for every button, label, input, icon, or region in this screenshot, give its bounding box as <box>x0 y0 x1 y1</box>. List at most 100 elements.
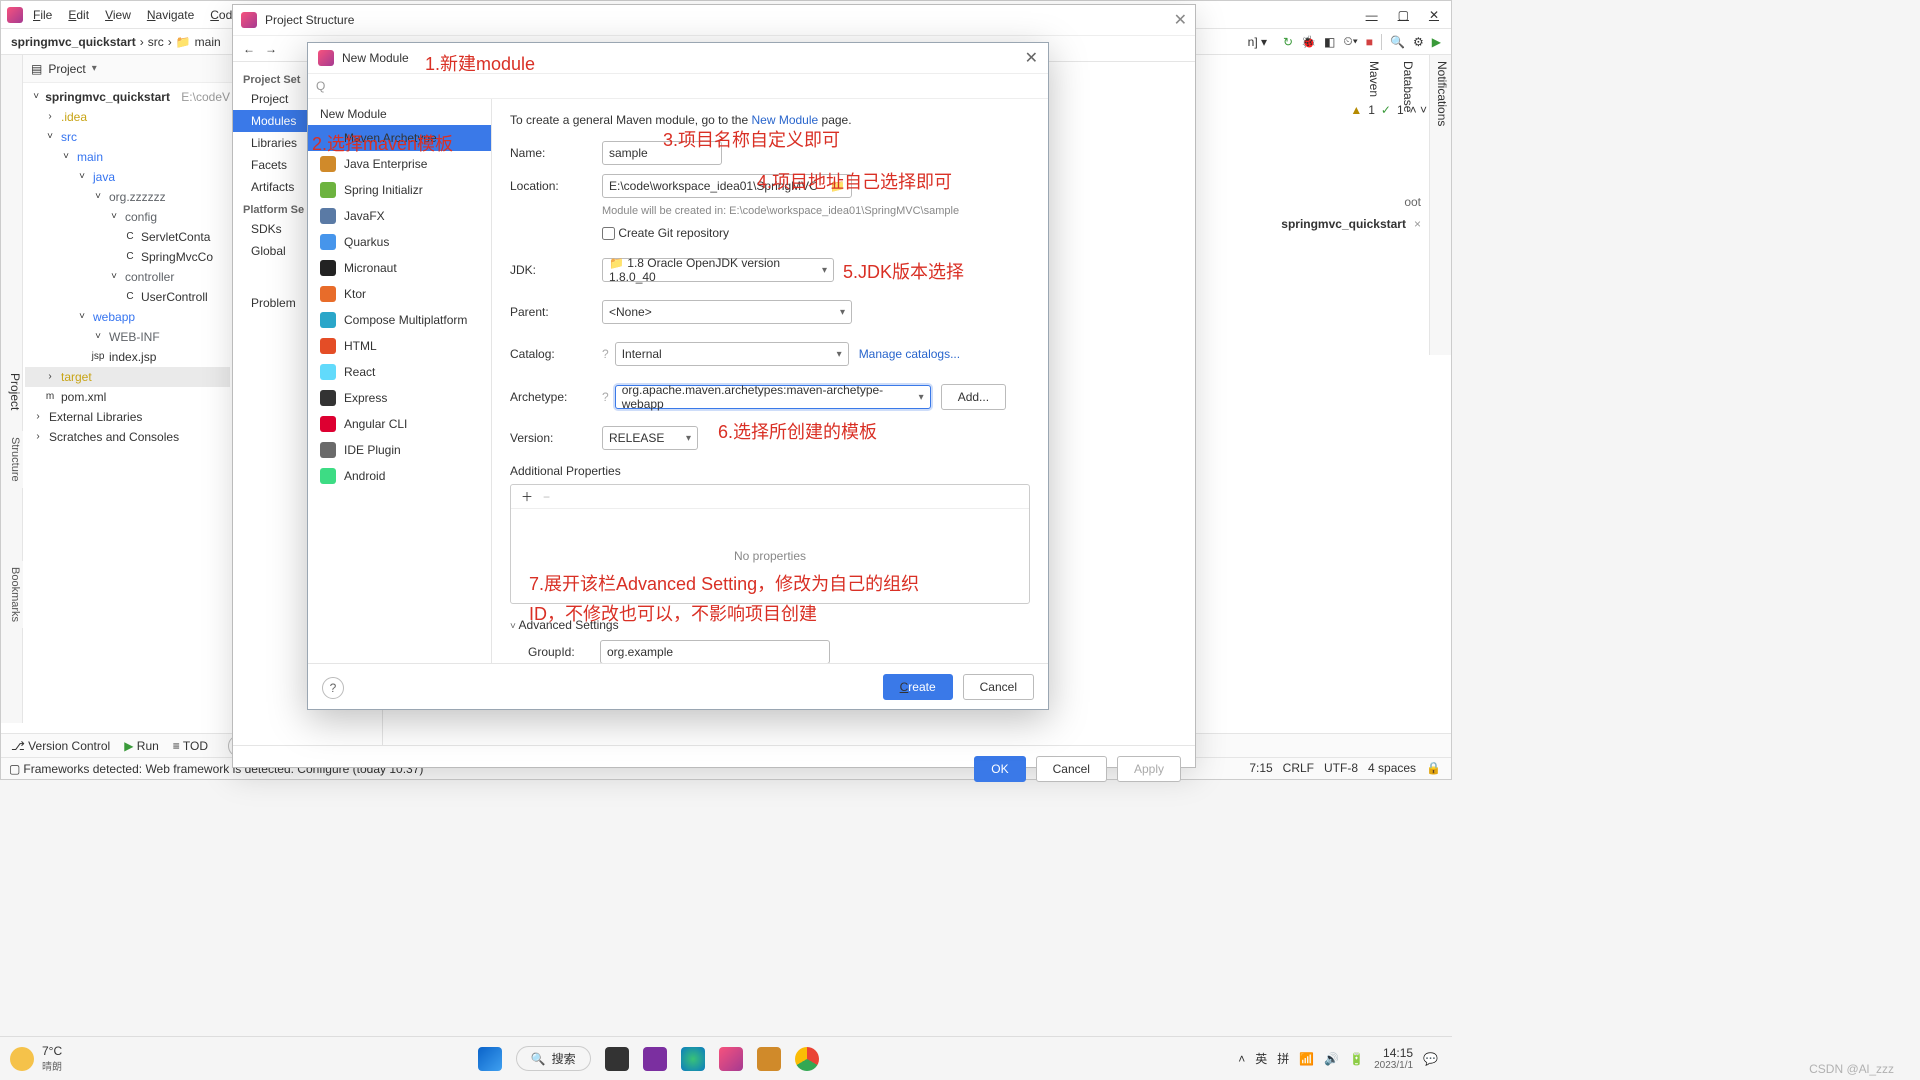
generator-item[interactable]: HTML <box>308 333 491 359</box>
tree-item[interactable]: ˅main <box>25 147 230 167</box>
generator-item[interactable]: Angular CLI <box>308 411 491 437</box>
coverage-icon[interactable]: ◧ <box>1324 35 1335 49</box>
maximize-icon[interactable]: ▢ <box>1392 5 1415 25</box>
tree-item[interactable]: CSpringMvcCo <box>25 247 230 267</box>
jdk-select[interactable]: 📁 1.8 Oracle OpenJDK version 1.8.0_40▾ <box>602 258 834 282</box>
generator-item[interactable]: IDE Plugin <box>308 437 491 463</box>
project-panel-title[interactable]: Project <box>48 62 85 76</box>
inspection-summary[interactable]: ▲1 ✓1 ˄ ˅ <box>1350 103 1427 117</box>
menu-file[interactable]: File <box>27 5 58 25</box>
cancel-button[interactable]: Cancel <box>963 674 1034 700</box>
breadcrumb-src[interactable]: src <box>148 35 164 49</box>
ok-button[interactable]: OK <box>974 756 1025 782</box>
right-toolwindow-bar[interactable]: Notifications Database Maven <box>1429 55 1451 355</box>
fwd-icon[interactable]: → <box>265 42 277 56</box>
volume-icon[interactable]: 🔊 <box>1324 1052 1339 1066</box>
start-icon[interactable] <box>478 1047 502 1071</box>
cancel-button[interactable]: Cancel <box>1036 756 1107 782</box>
version-select[interactable]: RELEASE▾ <box>602 426 698 450</box>
manage-catalogs-link[interactable]: Manage catalogs... <box>859 347 960 361</box>
version-control-tab[interactable]: ⎇ Version Control <box>11 739 110 753</box>
tree-item[interactable]: ›.idea <box>25 107 230 127</box>
generator-search[interactable]: Q <box>308 73 1048 99</box>
left-tab-project[interactable]: Project <box>8 373 22 410</box>
tree-item[interactable]: ˅WEB-INF <box>25 327 230 347</box>
parent-select[interactable]: <None>▾ <box>602 300 852 324</box>
bug-icon[interactable]: 🐞 <box>1301 35 1316 49</box>
taskview-icon[interactable] <box>605 1047 629 1071</box>
generator-item[interactable]: Express <box>308 385 491 411</box>
close-icon[interactable]: ✕ <box>1423 5 1445 25</box>
lock-icon[interactable]: 🔒 <box>1426 761 1441 775</box>
project-tree[interactable]: ˅springmvc_quickstart E:\codeV ›.idea˅sr… <box>23 83 232 451</box>
weather-icon[interactable] <box>10 1047 34 1071</box>
tree-item[interactable]: ˅src <box>25 127 230 147</box>
caret-pos[interactable]: 7:15 <box>1249 761 1272 775</box>
stop-icon[interactable]: ■ <box>1366 35 1373 49</box>
minimize-icon[interactable]: — <box>1360 5 1384 25</box>
help-icon[interactable]: ? <box>322 677 344 699</box>
run-icon[interactable]: ▶ <box>1432 35 1441 49</box>
sync-icon[interactable]: ↻ <box>1283 35 1293 49</box>
right-tab-maven[interactable]: Maven <box>1367 61 1381 349</box>
chevron-down-icon[interactable]: ▾ <box>92 63 97 74</box>
right-tab-notifications[interactable]: Notifications <box>1435 61 1449 349</box>
gear-icon[interactable]: ⚙ <box>1413 35 1424 49</box>
catalog-select[interactable]: Internal▾ <box>615 342 849 366</box>
advanced-settings[interactable]: Advanced Settings <box>519 618 619 632</box>
groupid-field[interactable]: org.example <box>600 640 830 663</box>
tree-root[interactable]: springmvc_quickstart <box>45 87 170 107</box>
indent[interactable]: 4 spaces <box>1368 761 1416 775</box>
ime-mode[interactable]: 拼 <box>1277 1050 1289 1067</box>
tree-item[interactable]: mpom.xml <box>25 387 230 407</box>
generator-item[interactable]: JavaFX <box>308 203 491 229</box>
breadcrumb-main[interactable]: main <box>195 35 221 49</box>
app-icon[interactable] <box>757 1047 781 1071</box>
generator-item[interactable]: Ktor <box>308 281 491 307</box>
new-module-link[interactable]: New Module <box>751 113 818 127</box>
left-tab-bookmarks[interactable]: Bookmarks <box>1 561 23 628</box>
menu-navigate[interactable]: Navigate <box>141 5 200 25</box>
archetype-select[interactable]: org.apache.maven.archetypes:maven-archet… <box>615 385 931 409</box>
intellij-icon[interactable] <box>719 1047 743 1071</box>
create-button[interactable]: CCreatereate <box>883 674 953 700</box>
tree-item[interactable]: ›target <box>25 367 230 387</box>
line-sep[interactable]: CRLF <box>1283 761 1314 775</box>
right-tab-database[interactable]: Database <box>1401 61 1415 349</box>
todo-tab[interactable]: ≡ TOD <box>173 739 208 753</box>
close-icon[interactable]: ✕ <box>1025 48 1038 68</box>
scratches[interactable]: Scratches and Consoles <box>49 427 179 447</box>
edge-icon[interactable] <box>681 1047 705 1071</box>
menu-edit[interactable]: Edit <box>62 5 95 25</box>
add-prop-icon[interactable]: ＋ <box>521 488 533 505</box>
tree-item[interactable]: ˅config <box>25 207 230 227</box>
tree-item[interactable]: CServletConta <box>25 227 230 247</box>
notification-icon[interactable]: 💬 <box>1423 1052 1438 1066</box>
battery-icon[interactable]: 🔋 <box>1349 1052 1364 1066</box>
generator-item[interactable]: Quarkus <box>308 229 491 255</box>
search-icon[interactable]: 🔍 <box>1390 35 1405 49</box>
tree-item[interactable]: CUserControll <box>25 287 230 307</box>
generator-item[interactable]: Compose Multiplatform <box>308 307 491 333</box>
menu-view[interactable]: View <box>99 5 137 25</box>
taskbar-search[interactable]: 🔍 搜索 <box>516 1046 591 1071</box>
clock-time[interactable]: 14:15 <box>1374 1046 1413 1060</box>
location-field[interactable]: E:\code\workspace_idea01\SpringMVC📁 <box>602 174 852 198</box>
generator-item[interactable]: Spring Initializr <box>308 177 491 203</box>
editor-tab[interactable]: springmvc_quickstart <box>1281 217 1406 231</box>
run-config[interactable]: n] ▾ <box>1240 33 1275 51</box>
tray-chevron-icon[interactable]: ˄ <box>1238 1052 1245 1066</box>
back-icon[interactable]: ← <box>243 42 255 56</box>
browse-icon[interactable]: 📁 <box>830 179 845 193</box>
tree-item[interactable]: jspindex.jsp <box>25 347 230 367</box>
run-tab[interactable]: ▶ Run <box>124 739 159 753</box>
tree-item[interactable]: ˅org.zzzzzz <box>25 187 230 207</box>
generator-item[interactable]: React <box>308 359 491 385</box>
tab-close-icon[interactable]: × <box>1414 217 1421 231</box>
generator-item[interactable]: Micronaut <box>308 255 491 281</box>
tree-item[interactable]: ˅webapp <box>25 307 230 327</box>
left-tab-structure[interactable]: Structure <box>1 431 23 488</box>
wifi-icon[interactable]: 📶 <box>1299 1052 1314 1066</box>
close-icon[interactable]: ✕ <box>1174 10 1187 30</box>
breadcrumb-project[interactable]: springmvc_quickstart <box>11 35 136 49</box>
